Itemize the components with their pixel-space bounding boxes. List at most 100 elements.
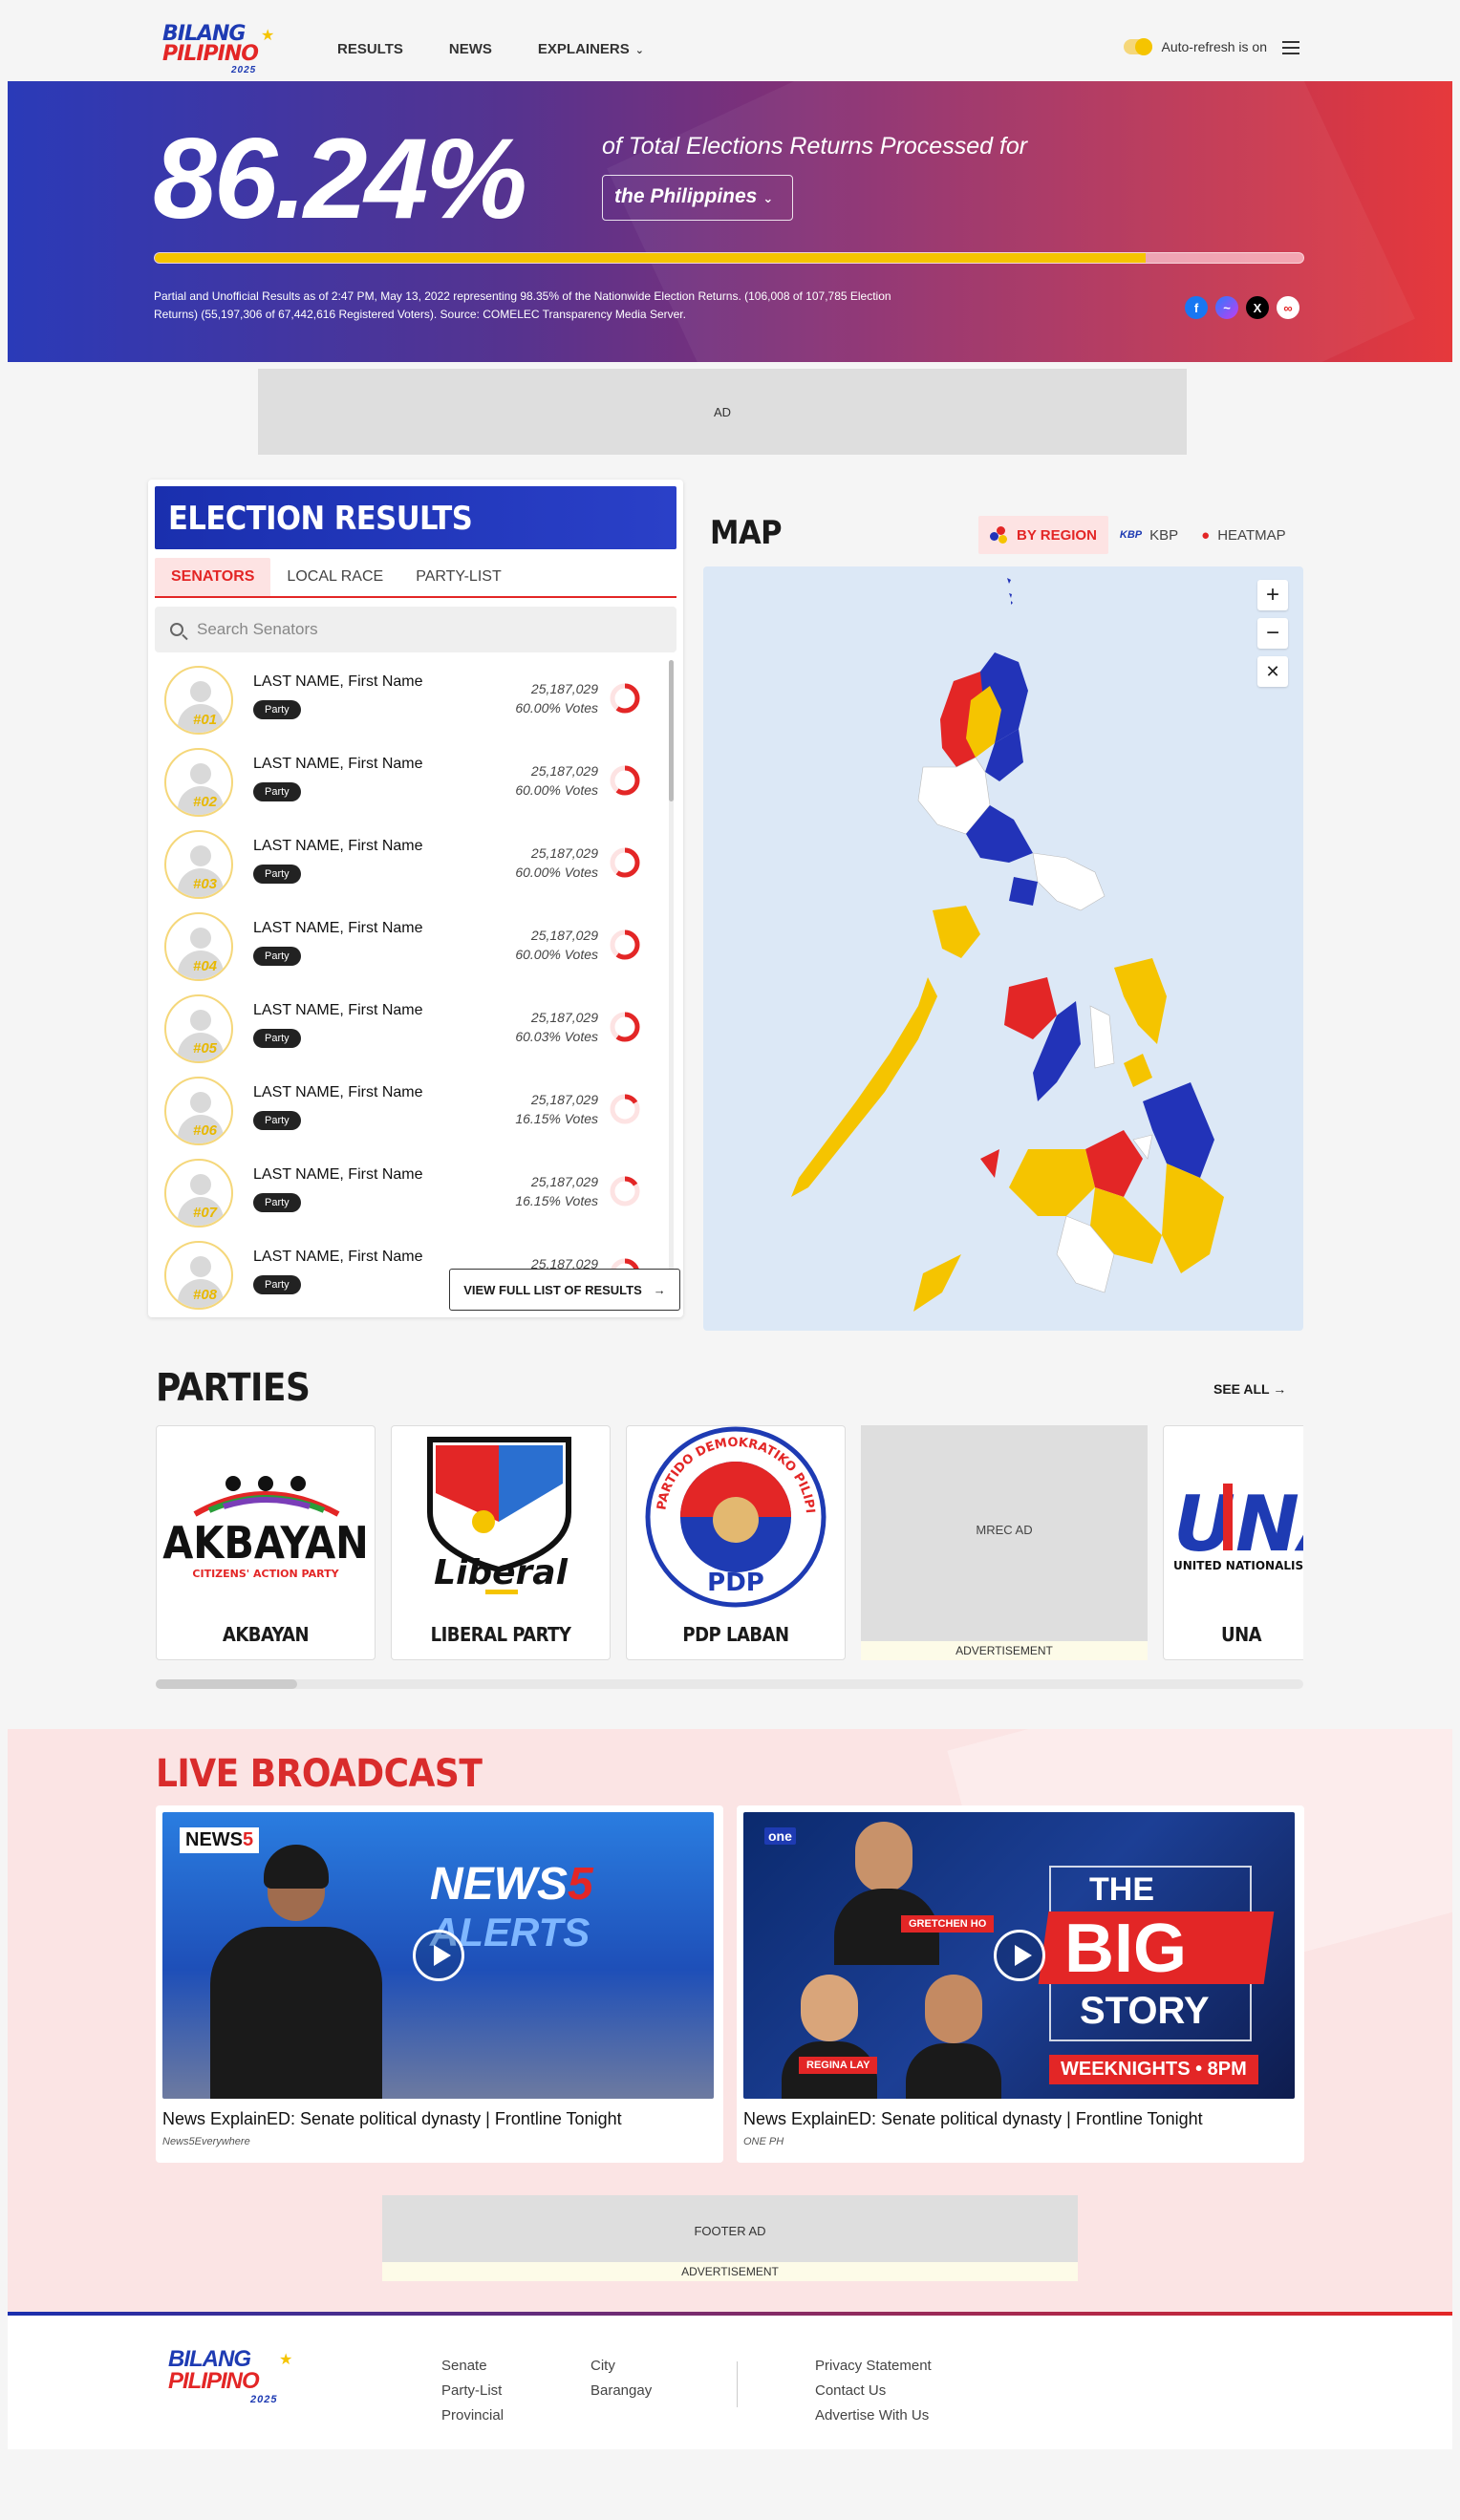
toggle-switch[interactable]	[1123, 38, 1152, 55]
facebook-icon[interactable]: f	[1185, 296, 1208, 319]
candidate-name[interactable]: LAST NAME, First Name	[253, 1166, 423, 1184]
video-title[interactable]: News ExplainED: Senate political dynasty…	[743, 2109, 1203, 2129]
mrec-ad[interactable]: MREC AD ADVERTISEMENT	[861, 1425, 1148, 1660]
video-thumbnail[interactable]: one GRETCHEN HO REGINA LAY THE BIG STORY	[743, 1812, 1295, 2099]
candidate-name[interactable]: LAST NAME, First Name	[253, 838, 423, 855]
link-icon[interactable]: ∞	[1277, 296, 1299, 319]
scrollbar-thumb[interactable]	[669, 660, 674, 801]
region-bohol[interactable]	[1124, 1054, 1152, 1087]
scrollbar-thumb[interactable]	[156, 1679, 297, 1689]
nav-news[interactable]: NEWS	[449, 41, 492, 57]
footer-link-city[interactable]: City	[590, 2354, 652, 2379]
tab-heatmap[interactable]: ● HEATMAP	[1190, 516, 1297, 554]
vote-share-donut	[610, 1176, 640, 1207]
region-dots-icon	[990, 526, 1009, 544]
footer-link-barangay[interactable]: Barangay	[590, 2379, 652, 2403]
kbp-label: KBP	[1149, 526, 1179, 544]
candidate-row[interactable]: #01 LAST NAME, First Name Party 25,187,029 6…	[155, 660, 659, 742]
party-badge: Party	[253, 865, 301, 884]
vote-percentage: 60.00% Votes	[515, 700, 598, 715]
region-central-visayas[interactable]	[1089, 1005, 1115, 1069]
candidate-name[interactable]: LAST NAME, First Name	[253, 1249, 423, 1266]
footer-ad[interactable]: FOOTER AD ADVERTISEMENT	[382, 2195, 1078, 2281]
candidate-name[interactable]: LAST NAME, First Name	[253, 756, 423, 773]
hamburger-menu-icon[interactable]	[1282, 41, 1299, 54]
top-navbar: BILANG PILIPINO 2025 ★ RESULTS NEWS EXPL…	[8, 16, 1452, 81]
candidate-name[interactable]: LAST NAME, First Name	[253, 920, 423, 937]
party-badge: Party	[253, 782, 301, 801]
candidate-row[interactable]: #06 LAST NAME, First Name Party 25,187,029 1…	[155, 1071, 659, 1153]
region-eastern-visayas[interactable]	[1114, 958, 1167, 1044]
footer-link-privacy[interactable]: Privacy Statement	[815, 2354, 932, 2379]
footer-link-party-list[interactable]: Party-List	[441, 2379, 504, 2403]
party-card-pdp-laban[interactable]: PARTIDO DEMOKRATIKO PILIPINO PDP PDP LAB…	[621, 1425, 846, 1660]
video-title[interactable]: News ExplainED: Senate political dynasty…	[162, 2109, 622, 2129]
party-card-akbayan[interactable]: AKBAYAN CITIZENS' ACTION PARTY AKBAYAN	[156, 1425, 376, 1660]
vote-percentage: 60.00% Votes	[515, 782, 598, 798]
candidate-rank: #05	[193, 1040, 218, 1057]
region-zamboanga[interactable]	[1009, 1149, 1095, 1216]
search-senators-input[interactable]: Search Senators	[155, 607, 676, 652]
list-scrollbar[interactable]	[669, 660, 674, 1298]
footer-link-senate[interactable]: Senate	[441, 2354, 504, 2379]
candidate-row[interactable]: #02 LAST NAME, First Name Party 25,187,029 6…	[155, 742, 659, 824]
messenger-icon[interactable]: ~	[1215, 296, 1238, 319]
tab-local-race[interactable]: LOCAL RACE	[270, 568, 399, 596]
candidate-row[interactable]: #05 LAST NAME, First Name Party 25,187,029 6…	[155, 989, 659, 1071]
video-card-big-story[interactable]: one GRETCHEN HO REGINA LAY THE BIG STORY	[737, 1805, 1304, 2163]
tab-kbp[interactable]: KBP KBP	[1108, 516, 1190, 554]
party-badge: Party	[253, 1275, 301, 1294]
see-all-parties-link[interactable]: SEE ALL →	[1213, 1381, 1286, 1397]
video-card-news5[interactable]: NEWS5 NEWS5 ALERTS News ExplainED: Senat…	[156, 1805, 723, 2163]
returns-progress-bar	[154, 252, 1304, 264]
svg-text:AKBAYAN: AKBAYAN	[162, 1517, 369, 1569]
zoom-out-button[interactable]: −	[1257, 618, 1288, 649]
zoom-in-button[interactable]: +	[1257, 580, 1288, 610]
region-davao[interactable]	[1162, 1164, 1224, 1273]
reset-map-button[interactable]: ✕	[1257, 656, 1288, 687]
party-card-liberal[interactable]: Liberal LIBERAL PARTY	[391, 1425, 611, 1660]
nav-explainers[interactable]: EXPLAINERS ⌄	[538, 41, 644, 57]
footer-logo[interactable]: BILANG PILIPINO 2025 ★	[168, 2348, 292, 2415]
parties-scrollbar[interactable]	[156, 1679, 1303, 1689]
nav-results[interactable]: RESULTS	[337, 41, 403, 57]
region-bicol[interactable]	[1032, 852, 1106, 911]
candidate-votes: 25,187,029 60.00% Votes	[515, 926, 598, 964]
tab-party-list[interactable]: PARTY-LIST	[399, 568, 518, 596]
play-icon[interactable]	[994, 1930, 1045, 1981]
party-card-una[interactable]: UNA UNITED NATIONALIST UNA	[1163, 1425, 1303, 1660]
philippines-regions-svg[interactable]	[703, 566, 1303, 1331]
region-dropdown[interactable]: the Philippines ⌄	[602, 175, 793, 221]
view-full-results-button[interactable]: VIEW FULL LIST OF RESULTS →	[449, 1269, 680, 1311]
tab-senators[interactable]: SENATORS	[155, 558, 271, 596]
candidate-row[interactable]: #07 LAST NAME, First Name Party 25,187,029 1…	[155, 1153, 659, 1235]
svg-text:UNITED NATIONALIST: UNITED NATIONALIST	[1173, 1559, 1303, 1572]
region-western-visayas[interactable]	[1004, 977, 1057, 1039]
region-marinduque[interactable]	[1009, 877, 1038, 906]
advertisement-label: ADVERTISEMENT	[382, 2262, 1078, 2281]
footer-link-provincial[interactable]: Provincial	[441, 2403, 504, 2428]
region-palawan[interactable]	[791, 977, 937, 1197]
top-ad[interactable]: AD	[258, 369, 1187, 455]
video-thumbnail[interactable]: NEWS5 NEWS5 ALERTS	[162, 1812, 714, 2099]
host-image-3	[906, 1975, 1001, 2099]
play-icon[interactable]	[413, 1930, 464, 1981]
candidate-name[interactable]: LAST NAME, First Name	[253, 1002, 423, 1019]
auto-refresh-toggle[interactable]: Auto-refresh is on	[1123, 38, 1267, 55]
philippines-map[interactable]: + − ✕	[703, 566, 1303, 1331]
footer-link-advertise[interactable]: Advertise With Us	[815, 2403, 932, 2428]
candidate-row[interactable]: #04 LAST NAME, First Name Party 25,187,029 6…	[155, 907, 659, 989]
party-badge: Party	[253, 1029, 301, 1048]
region-sulu[interactable]	[913, 1254, 961, 1312]
tab-by-region[interactable]: BY REGION	[978, 516, 1108, 554]
footer-link-contact[interactable]: Contact Us	[815, 2379, 932, 2403]
vote-percentage: 16.15% Votes	[515, 1193, 598, 1208]
party-name: UNA	[1221, 1623, 1262, 1646]
candidate-row[interactable]: #03 LAST NAME, First Name Party 25,187,029 6…	[155, 824, 659, 907]
candidate-name[interactable]: LAST NAME, First Name	[253, 673, 423, 691]
bilang-pilipino-logo[interactable]: BILANG PILIPINO 2025 ★	[162, 24, 277, 76]
region-mindoro[interactable]	[933, 906, 980, 958]
x-icon[interactable]: X	[1246, 296, 1269, 319]
region-caraga[interactable]	[1143, 1082, 1214, 1178]
candidate-name[interactable]: LAST NAME, First Name	[253, 1084, 423, 1101]
